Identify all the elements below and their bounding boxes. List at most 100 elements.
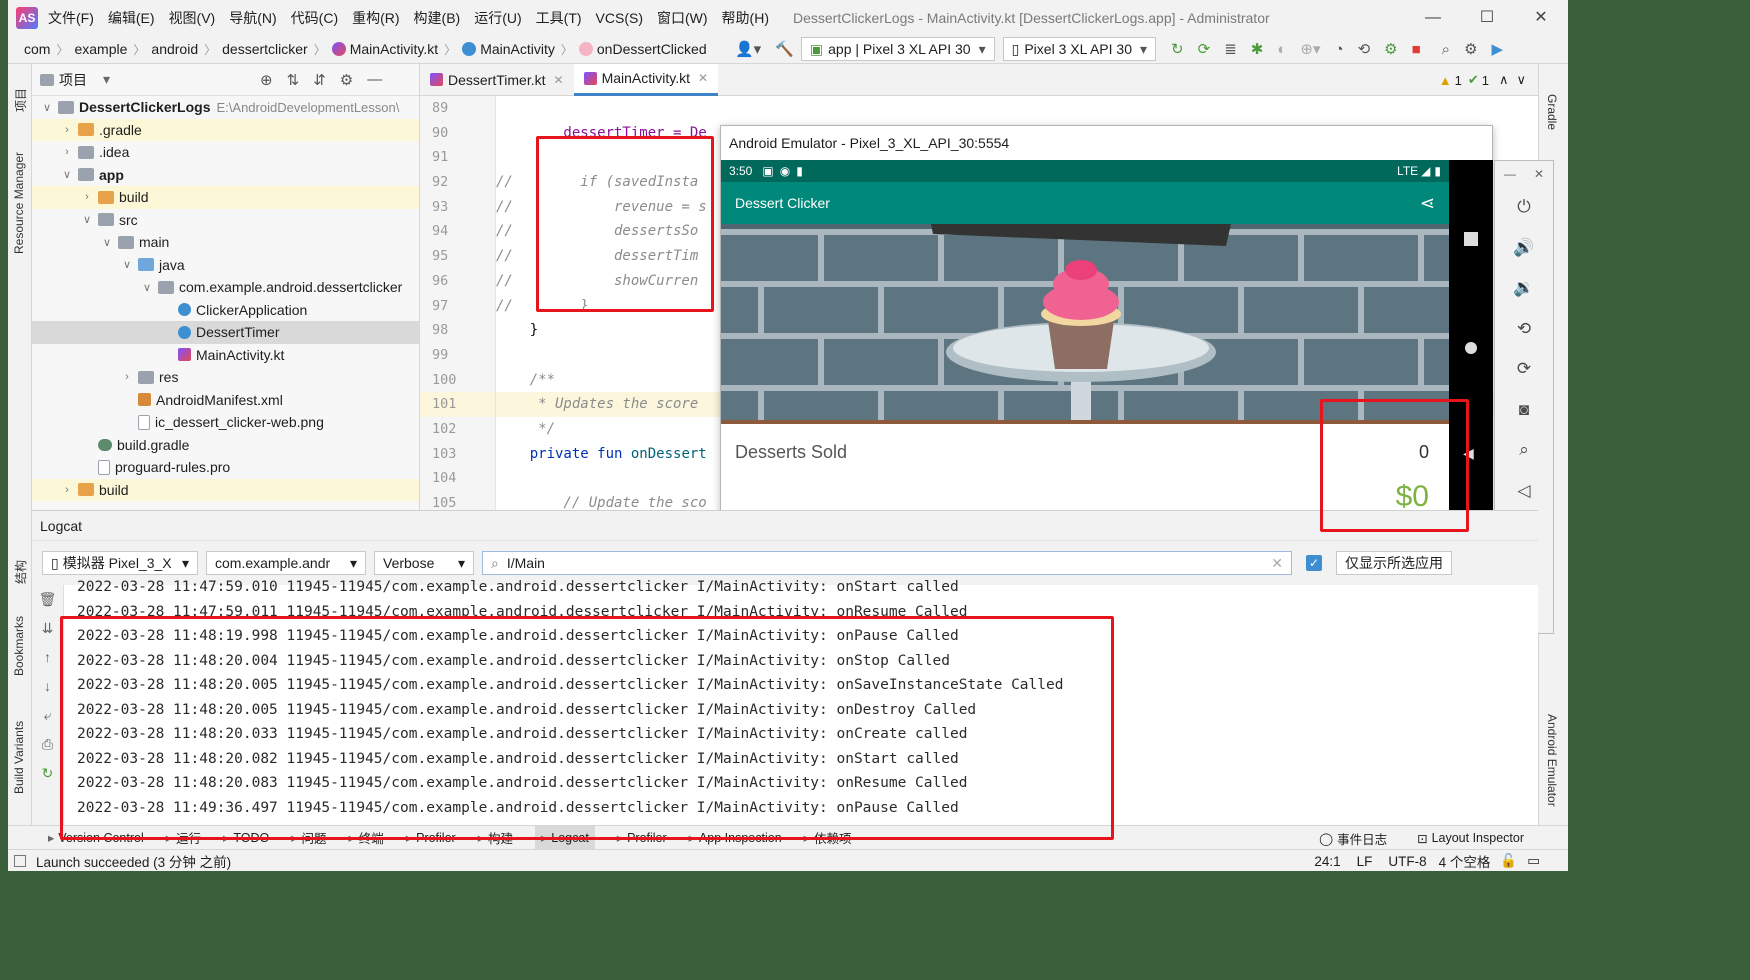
zoom-icon[interactable]: ⌕ (1495, 430, 1553, 471)
recents-icon[interactable] (1464, 232, 1478, 246)
resource-manager-tool-tab[interactable]: Resource Manager (12, 152, 26, 254)
tree-item[interactable]: › build (32, 478, 419, 501)
chevron-down-icon[interactable]: ∨ (120, 258, 134, 271)
log-line[interactable]: 2022-03-28 11:47:59.011 11945-11945/com.… (77, 600, 1537, 625)
tree-item[interactable]: build.gradle (32, 434, 419, 457)
log-line[interactable]: 2022-03-28 11:49:36.497 11945-11945/com.… (77, 796, 1537, 817)
bookmarks-tool-tab[interactable]: Bookmarks (12, 616, 26, 676)
minimize-icon[interactable]: — (1406, 0, 1460, 35)
settings-gear-icon[interactable]: ⚙ (1464, 40, 1477, 58)
menu-item[interactable]: 编辑(E) (108, 8, 155, 28)
back-icon[interactable]: ◀ (1463, 445, 1474, 462)
tree-item[interactable]: DessertTimer (32, 321, 419, 344)
breadcrumb-item[interactable]: onDessertClicked (597, 41, 707, 57)
chevron-right-icon[interactable]: › (80, 191, 94, 203)
bottom-tool-button[interactable]: ▸ TODO (223, 830, 269, 846)
attach-debugger-icon[interactable]: ◔ (1335, 41, 1344, 58)
indent-setting[interactable]: 4 个空格 (1439, 851, 1491, 871)
trash-icon[interactable]: 🗑 (32, 585, 63, 614)
search-icon[interactable]: ⌕ (1442, 41, 1450, 58)
tab-dessert-timer[interactable]: DessertTimer.kt ✕ (420, 64, 574, 96)
chevron-up-icon[interactable]: ∧ (1499, 72, 1509, 88)
menu-item[interactable]: 文件(F) (48, 8, 94, 28)
menu-item[interactable]: 导航(N) (229, 8, 276, 28)
device-dropdown[interactable]: ▯ Pixel 3 XL API 30 ▾ (1002, 37, 1157, 61)
breadcrumb-item[interactable]: dessertclicker (222, 41, 308, 57)
menu-item[interactable]: 工具(T) (536, 8, 582, 28)
log-line[interactable]: 2022-03-28 11:48:20.004 11945-11945/com.… (77, 649, 1537, 674)
rotate-left-icon[interactable]: ⟲ (1495, 309, 1553, 350)
rotate-right-icon[interactable]: ⟳ (1495, 349, 1553, 390)
close-tab-icon[interactable]: ✕ (554, 73, 564, 87)
bottom-tool-button[interactable]: ▸ 问题 (291, 828, 326, 847)
chevron-down-icon[interactable]: ∨ (100, 236, 114, 249)
package-filter-dropdown[interactable]: com.example.andr ▾ (206, 551, 366, 575)
menu-item[interactable]: 代码(C) (291, 8, 338, 28)
soft-wrap-icon[interactable]: ⤶ (32, 701, 63, 730)
chevron-right-icon[interactable]: › (60, 484, 74, 496)
memory-icon[interactable]: ▭ (1527, 853, 1540, 869)
phone-screen[interactable]: 3:50 ▣ ◉ ▮ LTE ◢ ▮ Dessert Clicker ⋖ Des… (721, 160, 1449, 534)
scroll-to-end-icon[interactable]: ⇊ (32, 614, 63, 643)
chevron-down-icon[interactable]: ∨ (1516, 72, 1526, 88)
chevron-down-icon[interactable]: ▾ (103, 71, 110, 88)
log-line[interactable]: 2022-03-28 11:48:20.082 11945-11945/com.… (77, 747, 1537, 772)
breadcrumb-item[interactable]: MainActivity (480, 41, 555, 57)
chevron-down-icon[interactable]: ∨ (40, 101, 54, 114)
tree-item[interactable]: ∨ DessertClickerLogs E:\AndroidDevelopment… (32, 96, 419, 119)
camera-icon[interactable]: ◙ (1495, 390, 1553, 431)
list-icon[interactable]: ≣ (1224, 40, 1237, 58)
bottom-tool-button[interactable]: ▸ Profiler (617, 830, 667, 846)
lock-icon[interactable]: 🔓 (1500, 853, 1517, 869)
hammer-icon[interactable]: 🔨 (775, 40, 794, 58)
log-line[interactable]: 2022-03-28 11:48:20.083 11945-11945/com.… (77, 771, 1537, 796)
menu-item[interactable]: 运行(U) (474, 8, 521, 28)
chevron-down-icon[interactable]: ∨ (80, 213, 94, 226)
tree-item[interactable]: ∨ main (32, 231, 419, 254)
back-icon[interactable]: ◁ (1495, 471, 1553, 512)
sync-icon[interactable]: ⚙ (1384, 40, 1397, 58)
logcat-output[interactable]: 2022-03-28 11:47:59.010 11945-11945/com.… (77, 575, 1537, 816)
settings-gear-icon[interactable]: ⚙ (340, 71, 353, 89)
regex-checkbox[interactable]: ✓ (1306, 555, 1322, 571)
close-tab-icon[interactable]: ✕ (698, 71, 708, 85)
bottom-tool-button[interactable]: ▸ Version Control (48, 830, 144, 846)
home-icon[interactable] (1465, 342, 1477, 354)
bottom-tool-button[interactable]: ▸ App Inspection (689, 830, 782, 846)
chevron-down-icon[interactable]: ∨ (60, 168, 74, 181)
status-toggle-icon[interactable] (14, 854, 26, 867)
log-line[interactable]: 2022-03-28 11:47:59.010 11945-11945/com.… (77, 575, 1537, 600)
chevron-right-icon[interactable]: › (120, 371, 134, 383)
profile-icon[interactable]: ⊕▾ (1300, 40, 1320, 58)
menu-item[interactable]: 帮助(H) (722, 8, 769, 28)
gauge-icon[interactable]: ⟲ (1358, 40, 1371, 58)
apply-changes-icon[interactable]: ↻ (1171, 40, 1184, 58)
logcat-search-field[interactable]: ⌕ I/Main ✕ (482, 551, 1292, 575)
bottom-tool-button[interactable]: ▸ 依赖项 (804, 828, 852, 847)
tree-item[interactable]: ∨ java (32, 254, 419, 277)
only-selected-app-dropdown[interactable]: 仅显示所选应用 (1336, 551, 1452, 575)
project-tool-tab[interactable]: 项目 (12, 88, 29, 112)
gradle-tool-tab[interactable]: Gradle (1545, 94, 1559, 130)
plugin-icon[interactable]: ▶ (1492, 40, 1504, 58)
hide-icon[interactable]: — (367, 71, 382, 88)
tree-item[interactable]: ClickerApplication (32, 299, 419, 322)
tree-item[interactable]: ic_dessert_clicker-web.png (32, 411, 419, 434)
device-filter-dropdown[interactable]: ▯ 模拟器 Pixel_3_X ▾ (42, 551, 198, 575)
log-line[interactable]: 2022-03-28 11:48:20.005 11945-11945/com.… (77, 698, 1537, 723)
up-arrow-icon[interactable]: ↑ (32, 643, 63, 672)
bottom-tool-button[interactable]: ▸ 构建 (478, 828, 513, 847)
tree-item[interactable]: ∨ app (32, 164, 419, 187)
power-icon[interactable]: ⏻ (1495, 187, 1553, 228)
bottom-tool-button[interactable]: ▸ Logcat (534, 825, 595, 850)
tree-item[interactable]: AndroidManifest.xml (32, 389, 419, 412)
tree-item[interactable]: MainActivity.kt (32, 344, 419, 367)
cursor-position[interactable]: 24:1 (1314, 854, 1340, 869)
coverage-icon[interactable]: ◐ (1277, 41, 1286, 58)
apply-code-changes-icon[interactable]: ⟳ (1198, 40, 1211, 58)
inspection-widget[interactable]: ▲ 1 ✔ 1 ∧ ∨ (1439, 72, 1526, 88)
restart-icon[interactable]: ↻ (32, 759, 63, 788)
log-level-dropdown[interactable]: Verbose ▾ (374, 551, 474, 575)
event-log-button[interactable]: 事件日志 (1337, 829, 1387, 848)
user-icon[interactable]: 👤▾ (735, 40, 761, 58)
